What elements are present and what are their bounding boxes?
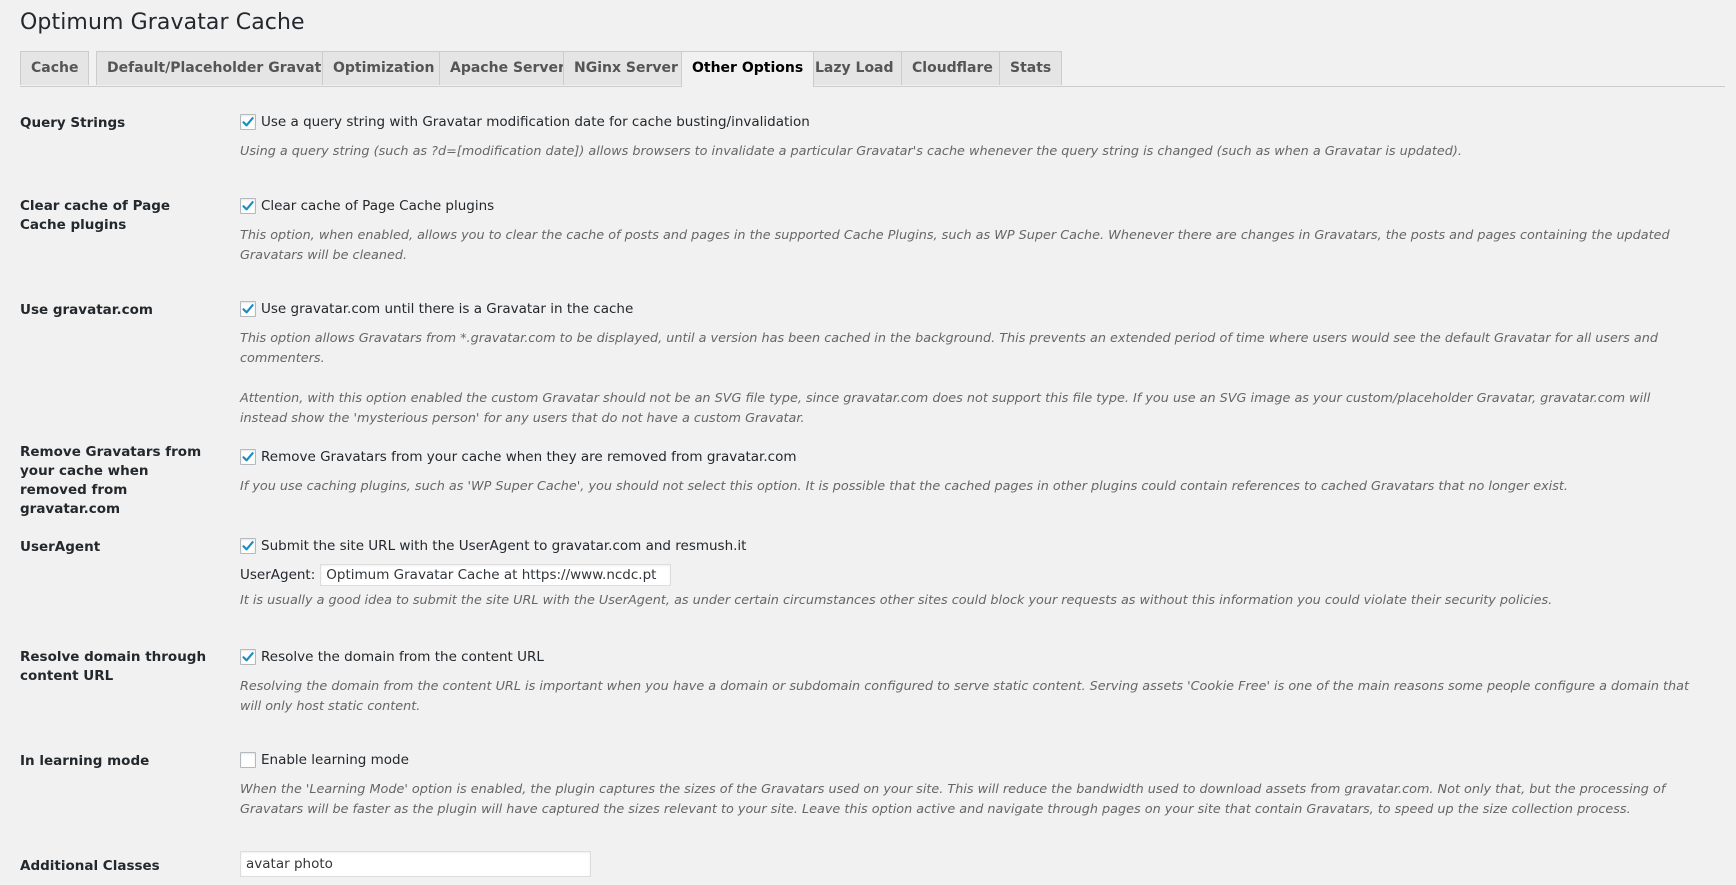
resolve-domain-checkbox-label: Resolve the domain from the content URL: [261, 649, 544, 665]
additional-classes-input[interactable]: [240, 851, 591, 877]
additional-classes-field: [240, 851, 1700, 877]
page-title: Optimum Gravatar Cache: [20, 10, 305, 35]
remove-gravatars-field: Remove Gravatars from your cache when th…: [240, 447, 1700, 497]
query-strings-description: Using a query string (such as ?d=[modifi…: [240, 144, 1462, 159]
use-gravatar-attention: Attention, with this option enabled the …: [240, 391, 1651, 426]
query-strings-option: Use a query string with Gravatar modific…: [240, 112, 1700, 132]
checkmark-icon: [242, 304, 254, 314]
checkmark-path: [242, 304, 254, 314]
clear-cache-checkbox-label: Clear cache of Page Cache plugins: [261, 198, 495, 214]
checkmark-icon: [242, 541, 254, 551]
query-strings-label: Query Strings: [20, 115, 126, 131]
checkmark-icon: [242, 652, 254, 662]
useragent-field: Submit the site URL with the UserAgent t…: [240, 536, 1700, 611]
nav-tabs: Cache Default/Placeholder Gravatar Optim…: [20, 51, 1725, 87]
checkmark-icon: [242, 117, 254, 127]
resolve-domain-field: Resolve the domain from the content URL …: [240, 647, 1700, 717]
remove-gravatars-checkbox-label: Remove Gravatars from your cache when th…: [261, 449, 797, 465]
learning-mode-option: Enable learning mode: [240, 750, 1700, 770]
checkmark-path: [242, 117, 254, 127]
clear-cache-description: This option, when enabled, allows you to…: [240, 228, 1670, 263]
remove-gravatars-description: If you use caching plugins, such as 'WP …: [240, 479, 1568, 494]
useragent-input[interactable]: [320, 564, 672, 586]
tab-stats[interactable]: Stats: [999, 51, 1063, 85]
remove-gravatars-checkbox[interactable]: [240, 449, 256, 465]
additional-classes-label: Additional Classes: [20, 858, 160, 874]
use-gravatar-option: Use gravatar.com until there is a Gravat…: [240, 299, 1700, 319]
clear-cache-label: Clear cache of Page Cache plugins: [20, 198, 171, 233]
useragent-description: It is usually a good idea to submit the …: [240, 593, 1553, 608]
learning-mode-checkbox-label: Enable learning mode: [261, 752, 409, 768]
checkmark-path: [242, 452, 254, 462]
clear-cache-field: Clear cache of Page Cache plugins This o…: [240, 196, 1700, 266]
clear-cache-option: Clear cache of Page Cache plugins: [240, 196, 1700, 216]
useragent-input-row: UserAgent:: [240, 564, 1700, 586]
resolve-domain-option: Resolve the domain from the content URL: [240, 647, 1700, 667]
useragent-option: Submit the site URL with the UserAgent t…: [240, 536, 1700, 556]
tab-cloudflare[interactable]: Cloudflare: [901, 51, 1004, 85]
checkmark-icon: [242, 201, 254, 211]
useragent-label: UserAgent: [20, 539, 101, 555]
remove-gravatars-option: Remove Gravatars from your cache when th…: [240, 447, 1700, 467]
tab-nginx-server[interactable]: NGinx Server: [563, 51, 689, 85]
use-gravatar-description: This option allows Gravatars from *.grav…: [240, 331, 1658, 366]
use-gravatar-checkbox-label: Use gravatar.com until there is a Gravat…: [261, 301, 634, 317]
use-gravatar-checkbox[interactable]: [240, 301, 256, 317]
tab-cache[interactable]: Cache: [20, 51, 90, 85]
checkmark-path: [242, 652, 254, 662]
clear-cache-checkbox[interactable]: [240, 198, 256, 214]
useragent-input-label: UserAgent:: [240, 567, 316, 583]
query-strings-checkbox[interactable]: [240, 114, 256, 130]
checkmark-icon: [242, 452, 254, 462]
learning-mode-checkbox[interactable]: [240, 752, 256, 768]
query-strings-field: Use a query string with Gravatar modific…: [240, 112, 1700, 162]
resolve-domain-checkbox[interactable]: [240, 649, 256, 665]
resolve-domain-label: Resolve domain through content URL: [20, 649, 207, 684]
checkmark-path: [242, 201, 254, 211]
checkmark-path: [242, 541, 254, 551]
tab-other-options[interactable]: Other Options: [681, 51, 815, 87]
use-gravatar-label: Use gravatar.com: [20, 302, 153, 318]
tab-lazy-load[interactable]: Lazy Load: [804, 51, 905, 85]
learning-mode-field: Enable learning mode When the 'Learning …: [240, 750, 1700, 820]
query-strings-checkbox-label: Use a query string with Gravatar modific…: [261, 114, 810, 130]
learning-mode-description: When the 'Learning Mode' option is enabl…: [240, 782, 1666, 817]
learning-mode-label: In learning mode: [20, 753, 150, 769]
tab-apache-server[interactable]: Apache Server: [439, 51, 576, 85]
useragent-checkbox[interactable]: [240, 538, 256, 554]
resolve-domain-description: Resolving the domain from the content UR…: [240, 679, 1689, 714]
tab-default-placeholder-gravatar[interactable]: Default/Placeholder Gravatar: [96, 51, 349, 85]
tab-optimization[interactable]: Optimization: [322, 51, 446, 85]
use-gravatar-field: Use gravatar.com until there is a Gravat…: [240, 299, 1700, 429]
useragent-checkbox-label: Submit the site URL with the UserAgent t…: [261, 538, 747, 554]
remove-gravatars-label: Remove Gravatars from your cache when re…: [20, 444, 202, 517]
